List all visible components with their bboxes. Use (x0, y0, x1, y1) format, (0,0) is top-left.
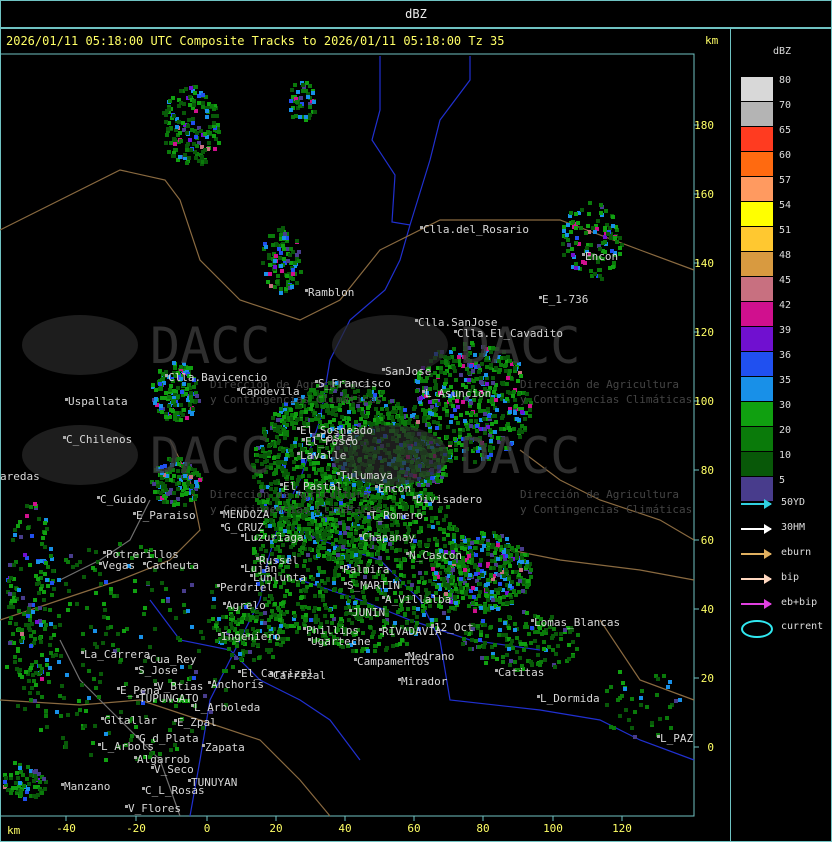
legend-dbz-label: 30 (779, 400, 792, 411)
track-label: bip (781, 572, 800, 583)
legend-color-swatch (741, 202, 773, 226)
legend-color-swatch (741, 152, 773, 176)
track-label: current (781, 621, 824, 632)
legend-dbz-label: 45 (779, 275, 792, 286)
legend-dbz-label: 39 (779, 325, 792, 336)
legend-dbz-label: 48 (779, 250, 792, 261)
window-title-bar: dBZ (0, 0, 832, 28)
legend-dbz-label: 65 (779, 125, 792, 136)
km-unit-label-bottom: km (7, 824, 21, 837)
legend-color-swatch (741, 302, 773, 326)
legend-title: dBZ (773, 46, 792, 57)
track-label: 50YD (781, 497, 806, 508)
legend-color-swatch (741, 477, 773, 501)
legend-color-swatch (741, 77, 773, 101)
legend-color-swatch (741, 427, 773, 451)
legend-dbz-label: 60 (779, 150, 792, 161)
track-label: eb+bip (781, 597, 818, 608)
legend-color-swatch (741, 377, 773, 401)
arrow-icon (741, 549, 772, 559)
legend-dbz-label: 80 (779, 75, 792, 86)
legend-color-swatch (741, 227, 773, 251)
legend-color-swatch (741, 177, 773, 201)
legend-dbz-label: 35 (779, 375, 792, 386)
legend-dbz-label: 10 (779, 450, 792, 461)
window-title: dBZ (405, 7, 427, 21)
legend-dbz-label: 57 (779, 175, 792, 186)
legend-color-swatch (741, 402, 773, 426)
arrow-icon (741, 574, 772, 584)
arrow-icon (741, 499, 772, 509)
arrow-icon (741, 599, 772, 609)
legend-dbz-label: 51 (779, 225, 792, 236)
arrow-icon (741, 524, 772, 534)
track-label: 30HM (781, 522, 806, 533)
legend-color-swatch (741, 277, 773, 301)
legend-color-swatch (741, 102, 773, 126)
map-header: 2026/01/11 05:18:00 UTC Composite Tracks… (6, 34, 505, 48)
legend-dbz-label: 70 (779, 100, 792, 111)
legend-color-swatch (741, 327, 773, 351)
legend-color-swatch (741, 452, 773, 476)
km-unit-label-top: km (705, 34, 719, 47)
legend-color-swatch (741, 352, 773, 376)
legend-color-swatch (741, 127, 773, 151)
legend-dbz-label: 54 (779, 200, 792, 211)
track-label: eburn (781, 547, 812, 558)
legend-dbz-label: 42 (779, 300, 792, 311)
legend-color-swatch (741, 252, 773, 276)
legend-dbz-label: 5 (779, 475, 786, 486)
ellipse-icon (741, 620, 773, 638)
legend-dbz-label: 36 (779, 350, 792, 361)
radar-map-panel[interactable] (0, 28, 731, 842)
legend-dbz-label: 20 (779, 425, 792, 436)
